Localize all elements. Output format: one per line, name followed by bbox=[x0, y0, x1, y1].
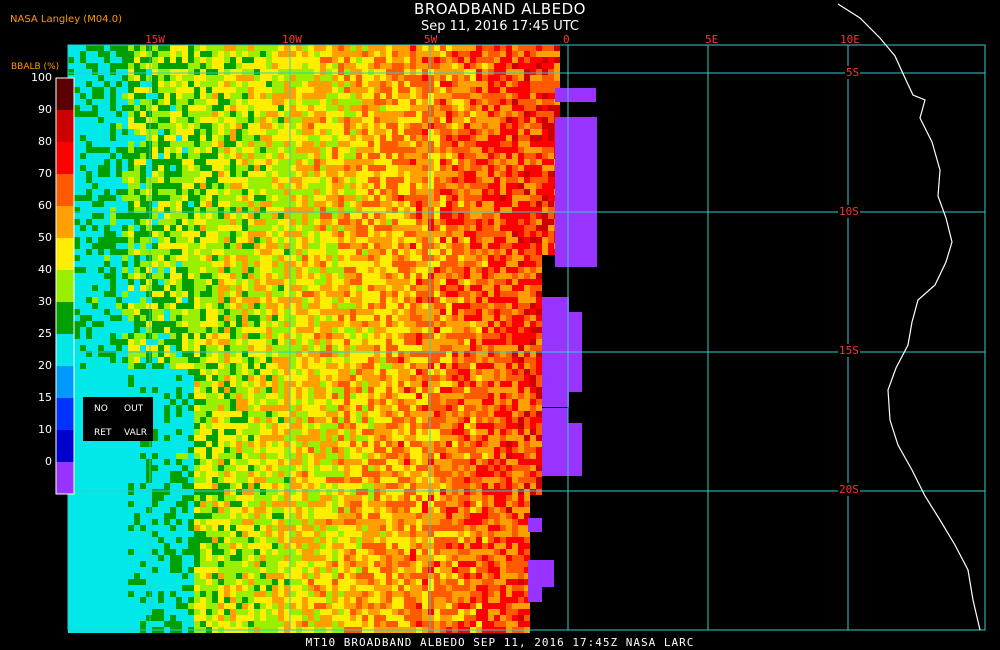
colorbar-segment bbox=[56, 110, 74, 142]
no-retrieval-block bbox=[528, 518, 542, 532]
no-retrieval-block bbox=[542, 423, 582, 476]
colorbar-tick-label: 40 bbox=[38, 263, 52, 276]
colorbar-tick-label: 90 bbox=[38, 103, 52, 116]
footer-caption: MT10 BROADBAND ALBEDO SEP 11, 2016 17:45… bbox=[305, 636, 695, 649]
colorbar-segment bbox=[56, 334, 74, 366]
colorbar-tick-label: 80 bbox=[38, 135, 52, 148]
colorbar-segment bbox=[56, 366, 74, 398]
no-retrieval-block bbox=[555, 117, 597, 267]
albedo-image bbox=[68, 45, 560, 633]
colorbar-segment bbox=[56, 270, 74, 302]
colorbar-segment bbox=[56, 78, 74, 110]
colorbar-tick-label: 10 bbox=[38, 423, 52, 436]
colorbar-segment bbox=[56, 430, 74, 462]
colorbar-tick-label: 60 bbox=[38, 199, 52, 212]
colorbar-segment bbox=[56, 302, 74, 334]
colorbar-segment bbox=[56, 462, 74, 494]
no-retrieval-legend: NO OUT RET VALR bbox=[83, 397, 153, 441]
map-timestamp: Sep 11, 2016 17:45 UTC bbox=[420, 19, 580, 34]
colorbar-tick-label: 0 bbox=[45, 455, 52, 468]
colorbar-tick-label: 100 bbox=[31, 71, 52, 84]
colorbar-segment bbox=[56, 174, 74, 206]
lon-label-10e: 10E bbox=[840, 33, 860, 46]
lon-label-5e: 5E bbox=[705, 33, 719, 46]
colorbar-tick-label: 25 bbox=[38, 327, 52, 340]
lon-label-10w: 10W bbox=[282, 33, 302, 46]
lon-label-0: 0 bbox=[563, 33, 570, 46]
no-retrieval-block bbox=[555, 88, 596, 102]
map-title: BROADBAND ALBEDO bbox=[414, 0, 586, 18]
colorbar-tick-label: 50 bbox=[38, 231, 52, 244]
lon-label-15w: 15W bbox=[145, 33, 165, 46]
credit-label: NASA Langley (M04.0) bbox=[10, 14, 122, 25]
lat-label-5s: 5S bbox=[845, 66, 861, 79]
colorbar-segment bbox=[56, 398, 74, 430]
colorbar-tick-label: 30 bbox=[38, 295, 52, 308]
lat-label-15s: 15S bbox=[838, 344, 860, 357]
colorbar-tick-label: 15 bbox=[38, 391, 52, 404]
no-retrieval-block bbox=[528, 587, 542, 602]
legend-ret: RET bbox=[94, 428, 112, 438]
legend-no: NO bbox=[94, 404, 108, 414]
lon-label-5w: 5W bbox=[424, 33, 438, 46]
colorbar-segment bbox=[56, 238, 74, 270]
map-canvas bbox=[55, 3, 986, 633]
lat-label-20s: 20S bbox=[838, 483, 860, 496]
no-retrieval-block bbox=[528, 560, 554, 587]
coastline bbox=[837, 3, 981, 631]
legend-out: OUT bbox=[124, 404, 144, 414]
colorbar-tick-label: 20 bbox=[38, 359, 52, 372]
colorbar-segment bbox=[56, 206, 74, 238]
legend-valr: VALR bbox=[124, 428, 148, 438]
colorbar-tick-label: 70 bbox=[38, 167, 52, 180]
lat-label-10s: 10S bbox=[838, 205, 860, 218]
colorbar-segment bbox=[56, 142, 74, 174]
